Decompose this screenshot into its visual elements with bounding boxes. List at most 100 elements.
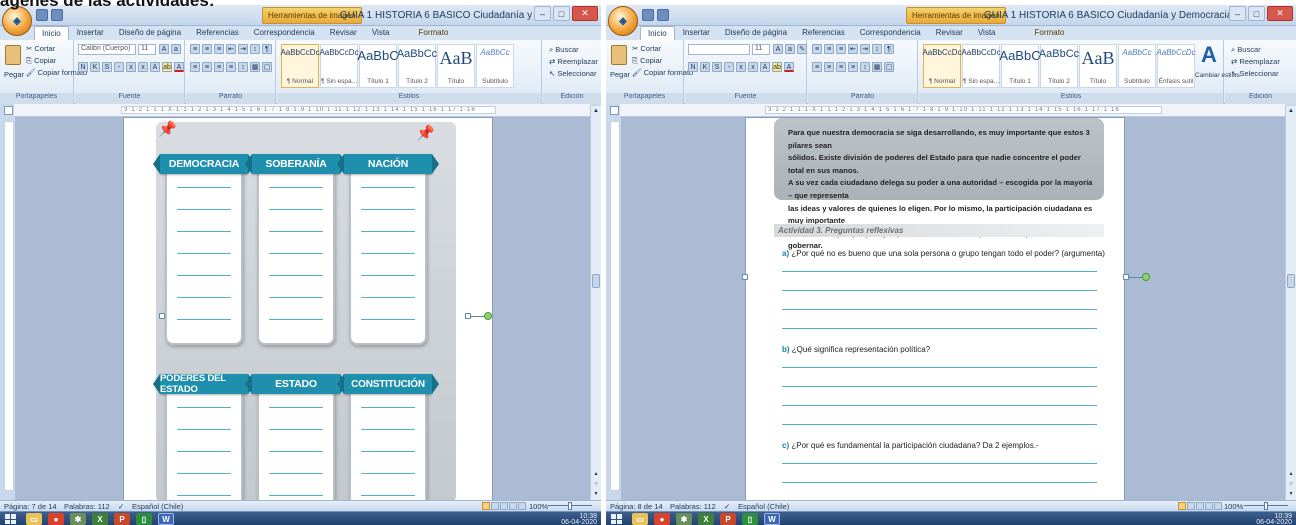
bullets-icon[interactable]: ≡: [812, 44, 822, 54]
tab-referencias[interactable]: Referencias: [189, 26, 246, 40]
style-subtitle[interactable]: AaBbCc Subtítulo: [476, 44, 514, 88]
tab-correspondencia[interactable]: Correspondencia: [247, 26, 322, 40]
explorer-icon[interactable]: ▭: [632, 513, 648, 525]
scroll-up-icon[interactable]: ▲: [592, 107, 600, 115]
vertical-scrollbar[interactable]: ▲ ▴ ○ ▾: [590, 106, 601, 500]
web-layout-icon[interactable]: [500, 502, 508, 510]
answer-line[interactable]: [782, 367, 1097, 368]
line-spacing-icon[interactable]: ↕: [238, 62, 248, 72]
answer-line[interactable]: [782, 463, 1097, 464]
copy-button[interactable]: ⎘ Copiar: [632, 56, 662, 66]
show-marks-icon[interactable]: ¶: [884, 44, 894, 54]
font-size-field[interactable]: 11: [752, 44, 770, 55]
word-count[interactable]: Palabras: 112: [64, 502, 110, 511]
resize-handle[interactable]: [742, 274, 748, 280]
quick-access-toolbar[interactable]: [642, 9, 669, 21]
excel-icon[interactable]: X: [92, 513, 108, 525]
sort-icon[interactable]: ↕: [250, 44, 260, 54]
sort-icon[interactable]: ↕: [872, 44, 882, 54]
increase-indent-icon[interactable]: ⇥: [860, 44, 870, 54]
maximize-button[interactable]: □: [1248, 6, 1265, 21]
answer-line[interactable]: [782, 424, 1097, 425]
change-case-icon[interactable]: A: [150, 62, 160, 72]
line-spacing-icon[interactable]: ↕: [860, 62, 870, 72]
change-case-icon[interactable]: A: [760, 62, 770, 72]
tab-selector[interactable]: [4, 106, 13, 115]
replace-button[interactable]: ⇄ Reemplazar: [1231, 57, 1280, 66]
undo-icon[interactable]: [657, 9, 669, 21]
superscript-icon[interactable]: x: [748, 62, 758, 72]
system-tray[interactable]: 10:39 06-04-2020: [1256, 513, 1292, 525]
bullets-icon[interactable]: ≡: [190, 44, 200, 54]
spelling-icon[interactable]: ✓: [724, 502, 730, 511]
style-normal[interactable]: AaBbCcDc ¶ Normal: [922, 44, 962, 88]
underline-icon[interactable]: S: [712, 62, 722, 72]
change-styles-icon[interactable]: A: [1201, 42, 1217, 68]
font-name-field[interactable]: [688, 44, 750, 55]
align-left-icon[interactable]: ≡: [812, 62, 822, 72]
find-button[interactable]: ⌕ Buscar: [1231, 45, 1261, 55]
align-right-icon[interactable]: ≡: [214, 62, 224, 72]
rotate-handle[interactable]: [1142, 273, 1150, 281]
font-color-icon[interactable]: A: [784, 62, 794, 72]
paste-button[interactable]: Pegar: [4, 70, 24, 79]
browser-icon[interactable]: ●: [48, 513, 64, 525]
vertical-ruler[interactable]: [610, 121, 620, 491]
tab-correspondencia[interactable]: Correspondencia: [853, 26, 928, 40]
tab-insertar[interactable]: Insertar: [676, 26, 717, 40]
zoom-slider[interactable]: [1236, 502, 1296, 510]
horizontal-ruler[interactable]: 3·1·2·1·1·1·X·1·1·1·2·1·3·1·4·1·5·1·6·1·…: [620, 104, 1285, 117]
browser-icon[interactable]: ●: [654, 513, 670, 525]
prev-page-icon[interactable]: ▴: [592, 470, 600, 478]
shrink-font-icon[interactable]: a: [171, 44, 181, 54]
powerpoint-icon[interactable]: P: [114, 513, 130, 525]
browse-object-icon[interactable]: ○: [1287, 480, 1295, 488]
bold-icon[interactable]: N: [688, 62, 698, 72]
language-indicator[interactable]: Español (Chile): [132, 502, 183, 511]
style-no-spacing[interactable]: AaBbCcDc ¶ Sin espa...: [961, 44, 1001, 88]
save-icon[interactable]: [642, 9, 654, 21]
style-heading-1[interactable]: AaBbC Título 1: [999, 44, 1041, 88]
answer-line[interactable]: [782, 405, 1097, 406]
app-icon[interactable]: ✱: [676, 513, 692, 525]
find-button[interactable]: ⌕ Buscar: [549, 45, 579, 55]
full-screen-icon[interactable]: [1187, 502, 1195, 510]
outline-icon[interactable]: [1205, 502, 1213, 510]
tab-formato[interactable]: Formato: [1027, 26, 1071, 40]
strikethrough-icon[interactable]: -: [724, 62, 734, 72]
answer-line[interactable]: [782, 290, 1097, 291]
shading-icon[interactable]: ▦: [872, 62, 882, 72]
language-indicator[interactable]: Español (Chile): [738, 502, 789, 511]
justify-icon[interactable]: ≡: [226, 62, 236, 72]
tab-formato[interactable]: Formato: [411, 26, 455, 40]
web-layout-icon[interactable]: [1196, 502, 1204, 510]
full-screen-icon[interactable]: [491, 502, 499, 510]
app-icon[interactable]: ✱: [70, 513, 86, 525]
style-subtle-emphasis[interactable]: AaBbCcDc Énfasis sutil: [1156, 44, 1196, 88]
highlight-icon[interactable]: ab: [772, 62, 782, 72]
vertical-ruler[interactable]: [4, 121, 14, 491]
spelling-icon[interactable]: ✓: [118, 502, 124, 511]
draft-icon[interactable]: [518, 502, 526, 510]
minimize-button[interactable]: –: [534, 6, 551, 21]
zoom-slider[interactable]: [540, 502, 600, 510]
style-no-spacing[interactable]: AaBbCcDc ¶ Sin espa...: [319, 44, 359, 88]
decrease-indent-icon[interactable]: ⇤: [848, 44, 858, 54]
prev-page-icon[interactable]: ▴: [1287, 470, 1295, 478]
superscript-icon[interactable]: x: [138, 62, 148, 72]
numbering-icon[interactable]: ≡: [202, 44, 212, 54]
underline-icon[interactable]: S: [102, 62, 112, 72]
minimize-button[interactable]: –: [1229, 6, 1246, 21]
center-icon[interactable]: ≡: [202, 62, 212, 72]
publisher-icon[interactable]: ▯: [136, 513, 152, 525]
close-button[interactable]: ✕: [1267, 6, 1293, 21]
answer-line[interactable]: [782, 482, 1097, 483]
multilevel-icon[interactable]: ≡: [836, 44, 846, 54]
replace-button[interactable]: ⇄ Reemplazar: [549, 57, 598, 66]
tab-diseno[interactable]: Diseño de página: [112, 26, 188, 40]
maximize-button[interactable]: □: [553, 6, 570, 21]
start-button[interactable]: [3, 513, 17, 525]
tab-inicio[interactable]: Inicio: [34, 26, 69, 40]
paste-button[interactable]: Pegar: [610, 70, 630, 79]
tab-vista[interactable]: Vista: [365, 26, 397, 40]
